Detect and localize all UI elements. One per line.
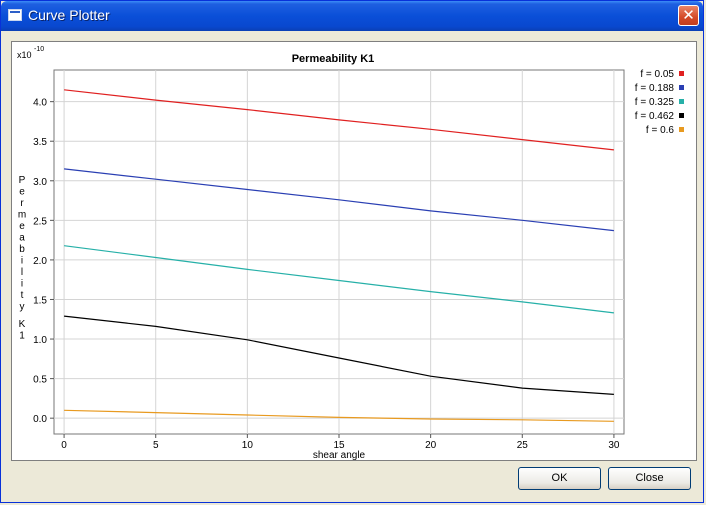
x-tick-label: 0 (61, 440, 67, 451)
y-scale-base: x10 (17, 50, 32, 60)
legend-swatch (679, 127, 684, 132)
title-bar[interactable]: Curve Plotter ✕ (1, 1, 703, 31)
x-tick-label: 25 (517, 440, 529, 451)
y-scale-exponent: -10 (34, 46, 44, 53)
legend: f = 0.05 f = 0.188 f = 0.325 f = 0.462 f = 0… (635, 69, 684, 136)
legend-swatch (679, 85, 684, 90)
chart-title: Permeability K1 (292, 53, 375, 65)
window-icon (8, 9, 22, 21)
legend-label: f = 0.05 (640, 69, 674, 80)
x-tick-label: 5 (153, 440, 159, 451)
y-tick-label: 3.0 (33, 177, 47, 188)
y-tick-labels: 0.0 0.5 1.0 1.5 2.0 2.5 3.0 3.5 4.0 (33, 98, 54, 425)
x-tick-label: 10 (242, 440, 254, 451)
legend-swatch (679, 71, 684, 76)
plot-panel: Permeability K1 x10 -10 0.0 0.5 1.0 1.5 2.0 2… (11, 41, 697, 461)
legend-swatch (679, 99, 684, 104)
y-tick-label: 3.5 (33, 137, 47, 148)
close-icon[interactable]: ✕ (678, 5, 699, 26)
legend-label: f = 0.6 (646, 125, 675, 136)
y-tick-label: 2.0 (33, 256, 47, 267)
y-tick-label: 1.0 (33, 335, 47, 346)
legend-label: f = 0.462 (635, 111, 675, 122)
window-title: Curve Plotter (28, 7, 110, 23)
y-tick-label: 2.5 (33, 216, 47, 227)
permeability-chart: Permeability K1 x10 -10 0.0 0.5 1.0 1.5 2.0 2… (17, 46, 684, 461)
x-axis-label: shear angle (313, 450, 366, 460)
x-tick-label: 20 (425, 440, 437, 451)
y-axis-label: PermeabilityK1 (18, 175, 26, 342)
ok-button[interactable]: OK (518, 467, 601, 490)
legend-label: f = 0.188 (635, 83, 675, 94)
y-tick-label: 0.0 (33, 414, 47, 425)
curve-plotter-window: Curve Plotter ✕ Permeability K1 x10 -10 … (0, 0, 704, 503)
y-tick-label: 4.0 (33, 98, 47, 109)
y-tick-label: 0.5 (33, 375, 47, 386)
legend-swatch (679, 113, 684, 118)
legend-label: f = 0.325 (635, 97, 675, 108)
x-tick-label: 30 (608, 440, 620, 451)
close-button[interactable]: Close (608, 467, 691, 490)
x-tick-labels: 0 5 10 15 20 25 30 (61, 434, 620, 451)
y-tick-label: 1.5 (33, 295, 47, 306)
